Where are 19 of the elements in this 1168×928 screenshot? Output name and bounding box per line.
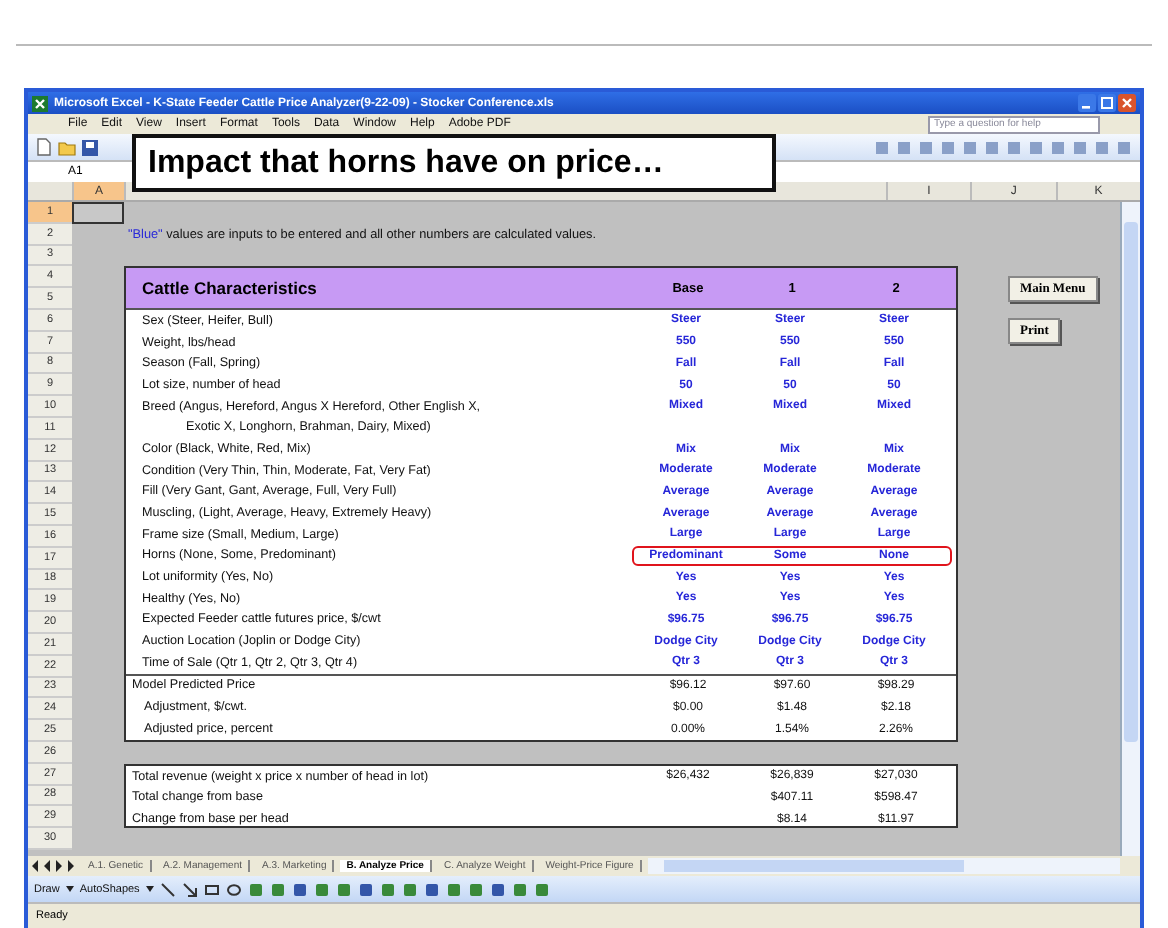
horizontal-scrollbar[interactable] (647, 858, 1120, 874)
caret-icon[interactable] (65, 886, 74, 892)
tab-navigation-icon[interactable] (32, 860, 76, 872)
vertical-scrollbar[interactable] (1120, 202, 1140, 856)
table-title: Cattle Characteristics (140, 278, 319, 299)
caret-icon[interactable] (145, 886, 154, 892)
line-icon[interactable] (159, 881, 176, 897)
new-document-icon[interactable] (36, 138, 52, 156)
folder-icon[interactable] (58, 139, 76, 155)
rectangle-icon[interactable] (203, 881, 220, 897)
oval-icon[interactable] (225, 881, 242, 897)
save-icon[interactable] (82, 139, 98, 155)
excel-icon (32, 95, 48, 111)
arrow-icon[interactable] (181, 881, 198, 897)
selected-cell[interactable] (72, 202, 124, 224)
close-icon[interactable] (1118, 94, 1136, 112)
callout-box: Impact that horns have on price… (132, 134, 776, 192)
maximize-icon[interactable] (1098, 94, 1116, 112)
minimize-icon[interactable] (1078, 94, 1096, 112)
